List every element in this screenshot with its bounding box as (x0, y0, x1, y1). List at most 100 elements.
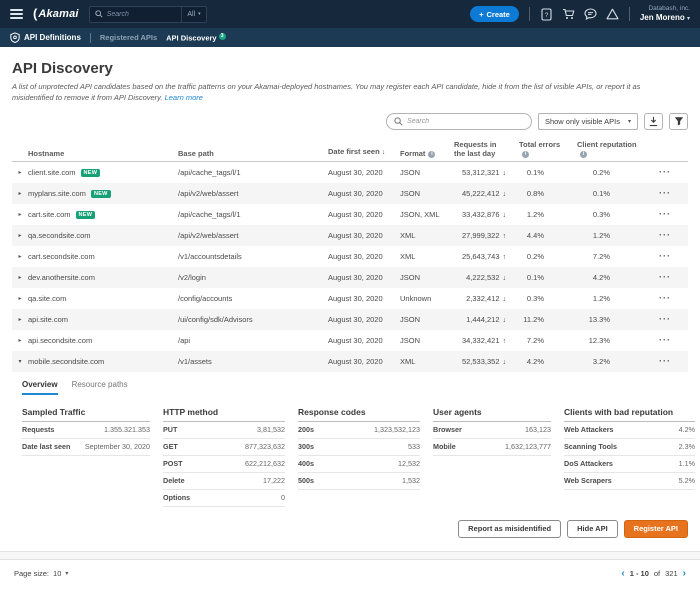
download-button[interactable] (644, 113, 663, 130)
filter-button[interactable] (669, 113, 688, 130)
prev-page-button[interactable]: ‹ (621, 569, 624, 579)
table-row[interactable]: ▸cart.site.comNEW/api/cache_tags/l/1Augu… (12, 204, 688, 225)
page-title: API Discovery (12, 60, 688, 77)
info-icon[interactable]: i (522, 151, 529, 158)
requests-value: 25,643,743 (462, 252, 500, 261)
row-menu-button[interactable]: ··· (642, 314, 688, 324)
chat-icon[interactable] (584, 8, 597, 21)
row-menu-button[interactable]: ··· (642, 230, 688, 240)
visibility-filter-select[interactable]: Show only visible APIs ▾ (538, 113, 638, 130)
detail-label: 200s (298, 425, 314, 434)
col-format[interactable]: Formati (400, 149, 454, 158)
date-first-seen-cell: August 30, 2020 (328, 252, 400, 261)
akamai-logo-mark: ( (33, 9, 37, 19)
expand-icon[interactable]: ▸ (12, 253, 28, 260)
tab-registered-apis[interactable]: Registered APIs (100, 33, 157, 42)
expand-icon[interactable]: ▸ (12, 274, 28, 281)
col-client-reputation[interactable]: Client reputation i (564, 140, 642, 158)
tab-overview[interactable]: Overview (22, 380, 58, 395)
table-row[interactable]: ▸client.site.comNEW/api/cache_tags/l/1Au… (12, 162, 688, 183)
table-row[interactable]: ▾mobile.secondsite.com/v1/assetsAugust 3… (12, 351, 688, 372)
tab-api-discovery[interactable]: API Discovery3 (166, 33, 225, 43)
row-menu-button[interactable]: ··· (642, 167, 688, 177)
search-scope-dropdown[interactable]: All ▾ (181, 7, 200, 22)
help-icon[interactable]: ? (540, 8, 553, 21)
next-page-button[interactable]: › (683, 569, 686, 579)
table-row[interactable]: ▸cart.secondsite.com/v1/accountsdetailsA… (12, 246, 688, 267)
table-row[interactable]: ▸dev.anothersite.com/v2/loginAugust 30, … (12, 267, 688, 288)
row-menu-button[interactable]: ··· (642, 209, 688, 219)
col-total-errors[interactable]: Total errorsi (506, 140, 564, 158)
requests-cell: 45,222,412↓ (454, 189, 506, 198)
hide-api-button[interactable]: Hide API (567, 520, 618, 538)
row-menu-button[interactable]: ··· (642, 293, 688, 303)
row-menu-button[interactable]: ··· (642, 188, 688, 198)
total-errors-cell: 4.2% (506, 357, 564, 366)
client-reputation-cell: 0.2% (564, 168, 642, 177)
detail-value: 2.3% (679, 442, 695, 451)
table-footer-strip (0, 551, 700, 560)
register-api-button[interactable]: Register API (624, 520, 688, 538)
info-icon[interactable]: i (580, 151, 587, 158)
discovery-count-badge: 3 (219, 33, 226, 40)
info-icon[interactable]: i (428, 151, 435, 158)
filter-icon (674, 116, 684, 126)
col-requests[interactable]: Requests in the last day (454, 140, 506, 158)
akamai-logo[interactable]: ( Akamai (33, 8, 79, 20)
table-search[interactable] (386, 113, 532, 130)
detail-value: 1.355.321.353 (104, 425, 150, 434)
account-menu[interactable]: Databash, inc. Jen Moreno ▾ (640, 5, 690, 23)
row-menu-button[interactable]: ··· (642, 335, 688, 345)
row-menu-button[interactable]: ··· (642, 356, 688, 366)
row-menu-button[interactable]: ··· (642, 251, 688, 261)
hostname-text: mobile.secondsite.com (28, 357, 104, 366)
divider (629, 7, 630, 21)
visibility-filter-value: Show only visible APIs (545, 117, 620, 126)
report-misidentified-button[interactable]: Report as misidentified (458, 520, 561, 538)
detail-row: DoS Attackers1.1% (564, 456, 695, 473)
create-button[interactable]: + Create (470, 6, 519, 22)
expand-icon[interactable]: ▸ (12, 211, 28, 218)
detail-value: 12,532 (398, 459, 420, 468)
alert-icon[interactable] (606, 8, 619, 21)
table-search-input[interactable] (407, 118, 524, 125)
col-base-path[interactable]: Base path (178, 149, 328, 158)
expand-icon[interactable]: ▸ (12, 169, 28, 176)
date-first-seen-cell: August 30, 2020 (328, 210, 400, 219)
col-date-first-seen[interactable]: Date first seen ↓ (328, 147, 400, 157)
table-row[interactable]: ▸api.secondsite.com/apiAugust 30, 2020JS… (12, 330, 688, 351)
table-row[interactable]: ▸api.site.com/ui/config/sdk/AdvisorsAugu… (12, 309, 688, 330)
expand-icon[interactable]: ▸ (12, 337, 28, 344)
total-errors-cell: 7.2% (506, 336, 564, 345)
page-size-control[interactable]: Page size: 10 ▾ (14, 569, 68, 578)
expand-icon[interactable]: ▸ (12, 295, 28, 302)
expand-icon[interactable]: ▸ (12, 232, 28, 239)
collapse-icon[interactable]: ▾ (12, 358, 28, 365)
requests-value: 34,332,421 (462, 336, 500, 345)
requests-cell: 4,222,532↓ (454, 273, 506, 282)
menu-icon[interactable] (10, 7, 23, 21)
col-reputation-label: Client reputation (577, 140, 637, 149)
table-row[interactable]: ▸myplans.site.comNEW/api/v2/web/assertAu… (12, 183, 688, 204)
col-hostname[interactable]: Hostname (28, 149, 178, 158)
global-search[interactable]: All ▾ (89, 6, 207, 23)
learn-more-link[interactable]: Learn more (165, 93, 203, 102)
detail-label: Mobile (433, 442, 456, 451)
cart-icon[interactable] (562, 8, 575, 21)
tab-resource-paths[interactable]: Resource paths (72, 380, 128, 395)
global-search-input[interactable] (107, 11, 178, 18)
table-row[interactable]: ▸qa.site.com/config/accountsAugust 30, 2… (12, 288, 688, 309)
total-errors-cell: 0.1% (506, 168, 564, 177)
chevron-down-icon: ▾ (65, 570, 68, 577)
page-range: 1 - 10 (630, 569, 649, 578)
detail-label: Web Attackers (564, 425, 614, 434)
expand-icon[interactable]: ▸ (12, 190, 28, 197)
page-size-label: Page size: (14, 569, 49, 578)
expand-icon[interactable]: ▸ (12, 316, 28, 323)
detail-value: 1,532 (402, 476, 420, 485)
client-reputation-cell: 0.3% (564, 210, 642, 219)
detail-label: 400s (298, 459, 314, 468)
total-errors-cell: 0.2% (506, 252, 564, 261)
table-row[interactable]: ▸qa.secondsite.com/api/v2/web/assertAugu… (12, 225, 688, 246)
row-menu-button[interactable]: ··· (642, 272, 688, 282)
